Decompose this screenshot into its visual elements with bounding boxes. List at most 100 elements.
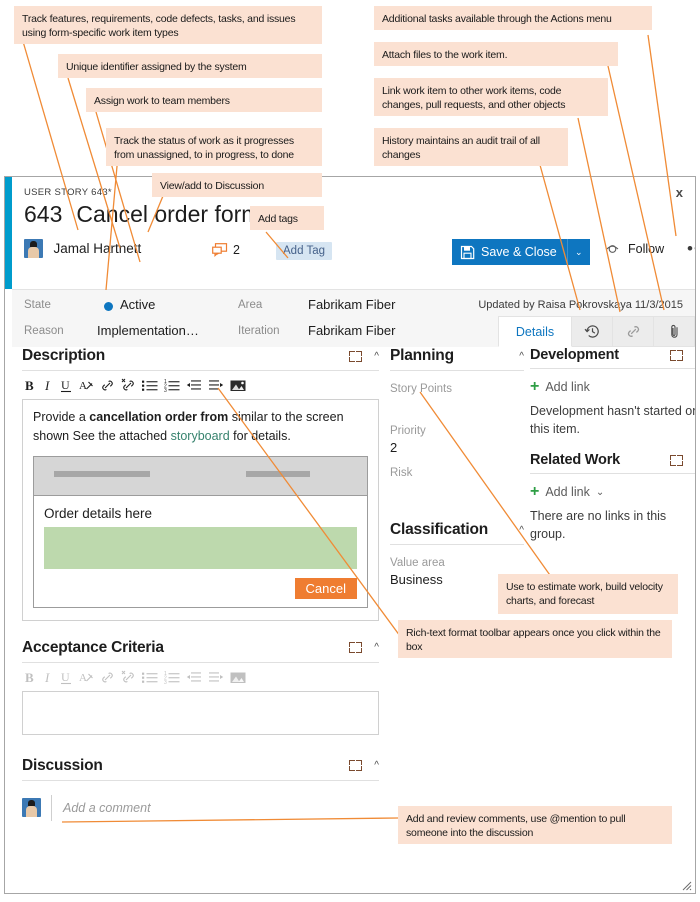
- expand-icon[interactable]: [349, 760, 362, 771]
- development-add-link-button[interactable]: + Add link: [530, 379, 696, 395]
- link-icon[interactable]: [100, 378, 115, 393]
- development-add-link-label: Add link: [545, 380, 589, 394]
- numbered-list-icon[interactable]: 123: [164, 378, 180, 393]
- work-item-header: USER STORY 643* x 643 Cancel order form …: [12, 177, 695, 289]
- tab-history[interactable]: [572, 316, 613, 347]
- area-label: Area: [238, 299, 262, 311]
- annotation-estimate-work: Use to estimate work, build velocity cha…: [498, 574, 678, 614]
- mockup-label: Order details here: [44, 506, 357, 521]
- work-item-title[interactable]: Cancel order form: [76, 201, 260, 228]
- more-actions-button[interactable]: •••: [687, 239, 696, 259]
- chevron-up-icon[interactable]: ^: [695, 455, 696, 466]
- related-work-empty-text: There are no links in this group.: [530, 507, 696, 543]
- storyboard-link[interactable]: storyboard: [171, 429, 230, 443]
- chevron-up-icon[interactable]: ^: [374, 760, 379, 771]
- eye-icon: [606, 242, 623, 256]
- chevron-down-icon[interactable]: ⌄: [596, 487, 604, 498]
- resize-grip[interactable]: [680, 879, 692, 891]
- discussion-heading: Discussion: [22, 757, 103, 775]
- mockup-bar-placeholder-left: [54, 471, 150, 477]
- work-item-id: 643: [24, 201, 62, 228]
- acceptance-section-header: Acceptance Criteria ^: [22, 639, 379, 657]
- italic-icon[interactable]: I: [43, 378, 54, 393]
- development-column: Development ^ + Add link Development has…: [530, 347, 696, 544]
- image-icon[interactable]: [230, 378, 247, 393]
- follow-label: Follow: [628, 242, 664, 256]
- indent-icon[interactable]: [208, 378, 224, 393]
- chevron-up-icon[interactable]: ^: [695, 350, 696, 361]
- state-label: State: [24, 299, 51, 311]
- clear-format-icon[interactable]: A: [79, 378, 94, 393]
- acceptance-criteria-editor[interactable]: [22, 691, 379, 735]
- numbered-list-icon[interactable]: 123: [164, 670, 180, 685]
- close-icon[interactable]: x: [676, 185, 683, 200]
- add-tag-button[interactable]: Add Tag: [276, 242, 332, 260]
- description-editor[interactable]: Provide a cancellation order from simila…: [22, 399, 379, 621]
- save-and-close-button[interactable]: Save & Close ⌄: [452, 239, 590, 265]
- state-value[interactable]: Active: [120, 297, 155, 312]
- area-value[interactable]: Fabrikam Fiber: [308, 297, 395, 312]
- assignee-name[interactable]: Jamal Hartnett: [53, 241, 141, 256]
- story-points-label: Story Points: [390, 383, 524, 395]
- discussion-count-group[interactable]: 2: [212, 243, 240, 257]
- tab-attachments[interactable]: [654, 316, 695, 347]
- unlink-icon[interactable]: [121, 670, 136, 685]
- indent-icon[interactable]: [208, 670, 224, 685]
- expand-icon[interactable]: [349, 351, 362, 362]
- state-color-dot: [104, 302, 113, 311]
- divider: [530, 368, 696, 369]
- classification-section-header: Classification ^: [390, 521, 524, 539]
- underline-icon[interactable]: U: [60, 378, 73, 393]
- description-section-header: Description ^: [22, 347, 379, 365]
- title-row: 643 Cancel order form: [24, 201, 260, 228]
- svg-text:A: A: [79, 380, 87, 392]
- annotation-add-tags: Add tags: [250, 206, 324, 230]
- tab-links[interactable]: [613, 316, 654, 347]
- expand-icon[interactable]: [670, 455, 683, 466]
- image-icon[interactable]: [230, 670, 247, 685]
- save-disk-icon: [460, 245, 475, 260]
- chevron-up-icon[interactable]: ^: [519, 351, 524, 362]
- work-item-window: USER STORY 643* x 643 Cancel order form …: [4, 176, 696, 894]
- unlink-icon[interactable]: [121, 378, 136, 393]
- story-points-value[interactable]: [390, 398, 524, 413]
- discussion-count: 2: [233, 243, 240, 257]
- iteration-value[interactable]: Fabrikam Fiber: [308, 323, 395, 338]
- expand-icon[interactable]: [349, 642, 362, 653]
- classification-heading: Classification: [390, 521, 488, 539]
- follow-button[interactable]: Follow: [606, 242, 664, 256]
- meta-row: Jamal Hartnett 2 Add Tag: [24, 239, 685, 273]
- plus-icon: +: [530, 484, 539, 500]
- reason-value[interactable]: Implementation…: [97, 323, 199, 338]
- svg-text:I: I: [44, 378, 50, 393]
- planning-heading: Planning: [390, 347, 454, 365]
- annotation-track-status: Track the status of work as it progresse…: [106, 128, 322, 166]
- related-work-add-link-button[interactable]: + Add link ⌄: [530, 484, 696, 500]
- description-text-pre: Provide a: [33, 410, 89, 424]
- expand-icon[interactable]: [670, 350, 683, 361]
- bold-icon[interactable]: B: [24, 378, 37, 393]
- outdent-icon[interactable]: [186, 378, 202, 393]
- risk-value[interactable]: [390, 482, 524, 497]
- link-icon[interactable]: [100, 670, 115, 685]
- chevron-up-icon[interactable]: ^: [374, 351, 379, 362]
- outdent-icon[interactable]: [186, 670, 202, 685]
- description-text-post: for details.: [230, 429, 291, 443]
- mockup-bar-placeholder-right: [246, 471, 310, 477]
- italic-icon[interactable]: I: [43, 670, 54, 685]
- bold-icon[interactable]: B: [24, 670, 37, 685]
- chevron-down-icon[interactable]: ⌄: [567, 239, 590, 265]
- underline-icon[interactable]: U: [60, 670, 73, 685]
- development-heading: Development: [530, 347, 619, 363]
- chevron-up-icon[interactable]: ^: [519, 525, 524, 536]
- clear-format-icon[interactable]: A: [79, 670, 94, 685]
- bullet-list-icon[interactable]: [142, 378, 158, 393]
- bullet-list-icon[interactable]: [142, 670, 158, 685]
- comment-input[interactable]: Add a comment: [51, 795, 379, 821]
- chevron-up-icon[interactable]: ^: [374, 642, 379, 653]
- tab-details[interactable]: Details: [498, 316, 572, 347]
- annotation-actions-menu: Additional tasks available through the A…: [374, 6, 652, 30]
- priority-value[interactable]: 2: [390, 440, 524, 455]
- svg-text:U: U: [61, 670, 70, 684]
- divider: [390, 544, 524, 545]
